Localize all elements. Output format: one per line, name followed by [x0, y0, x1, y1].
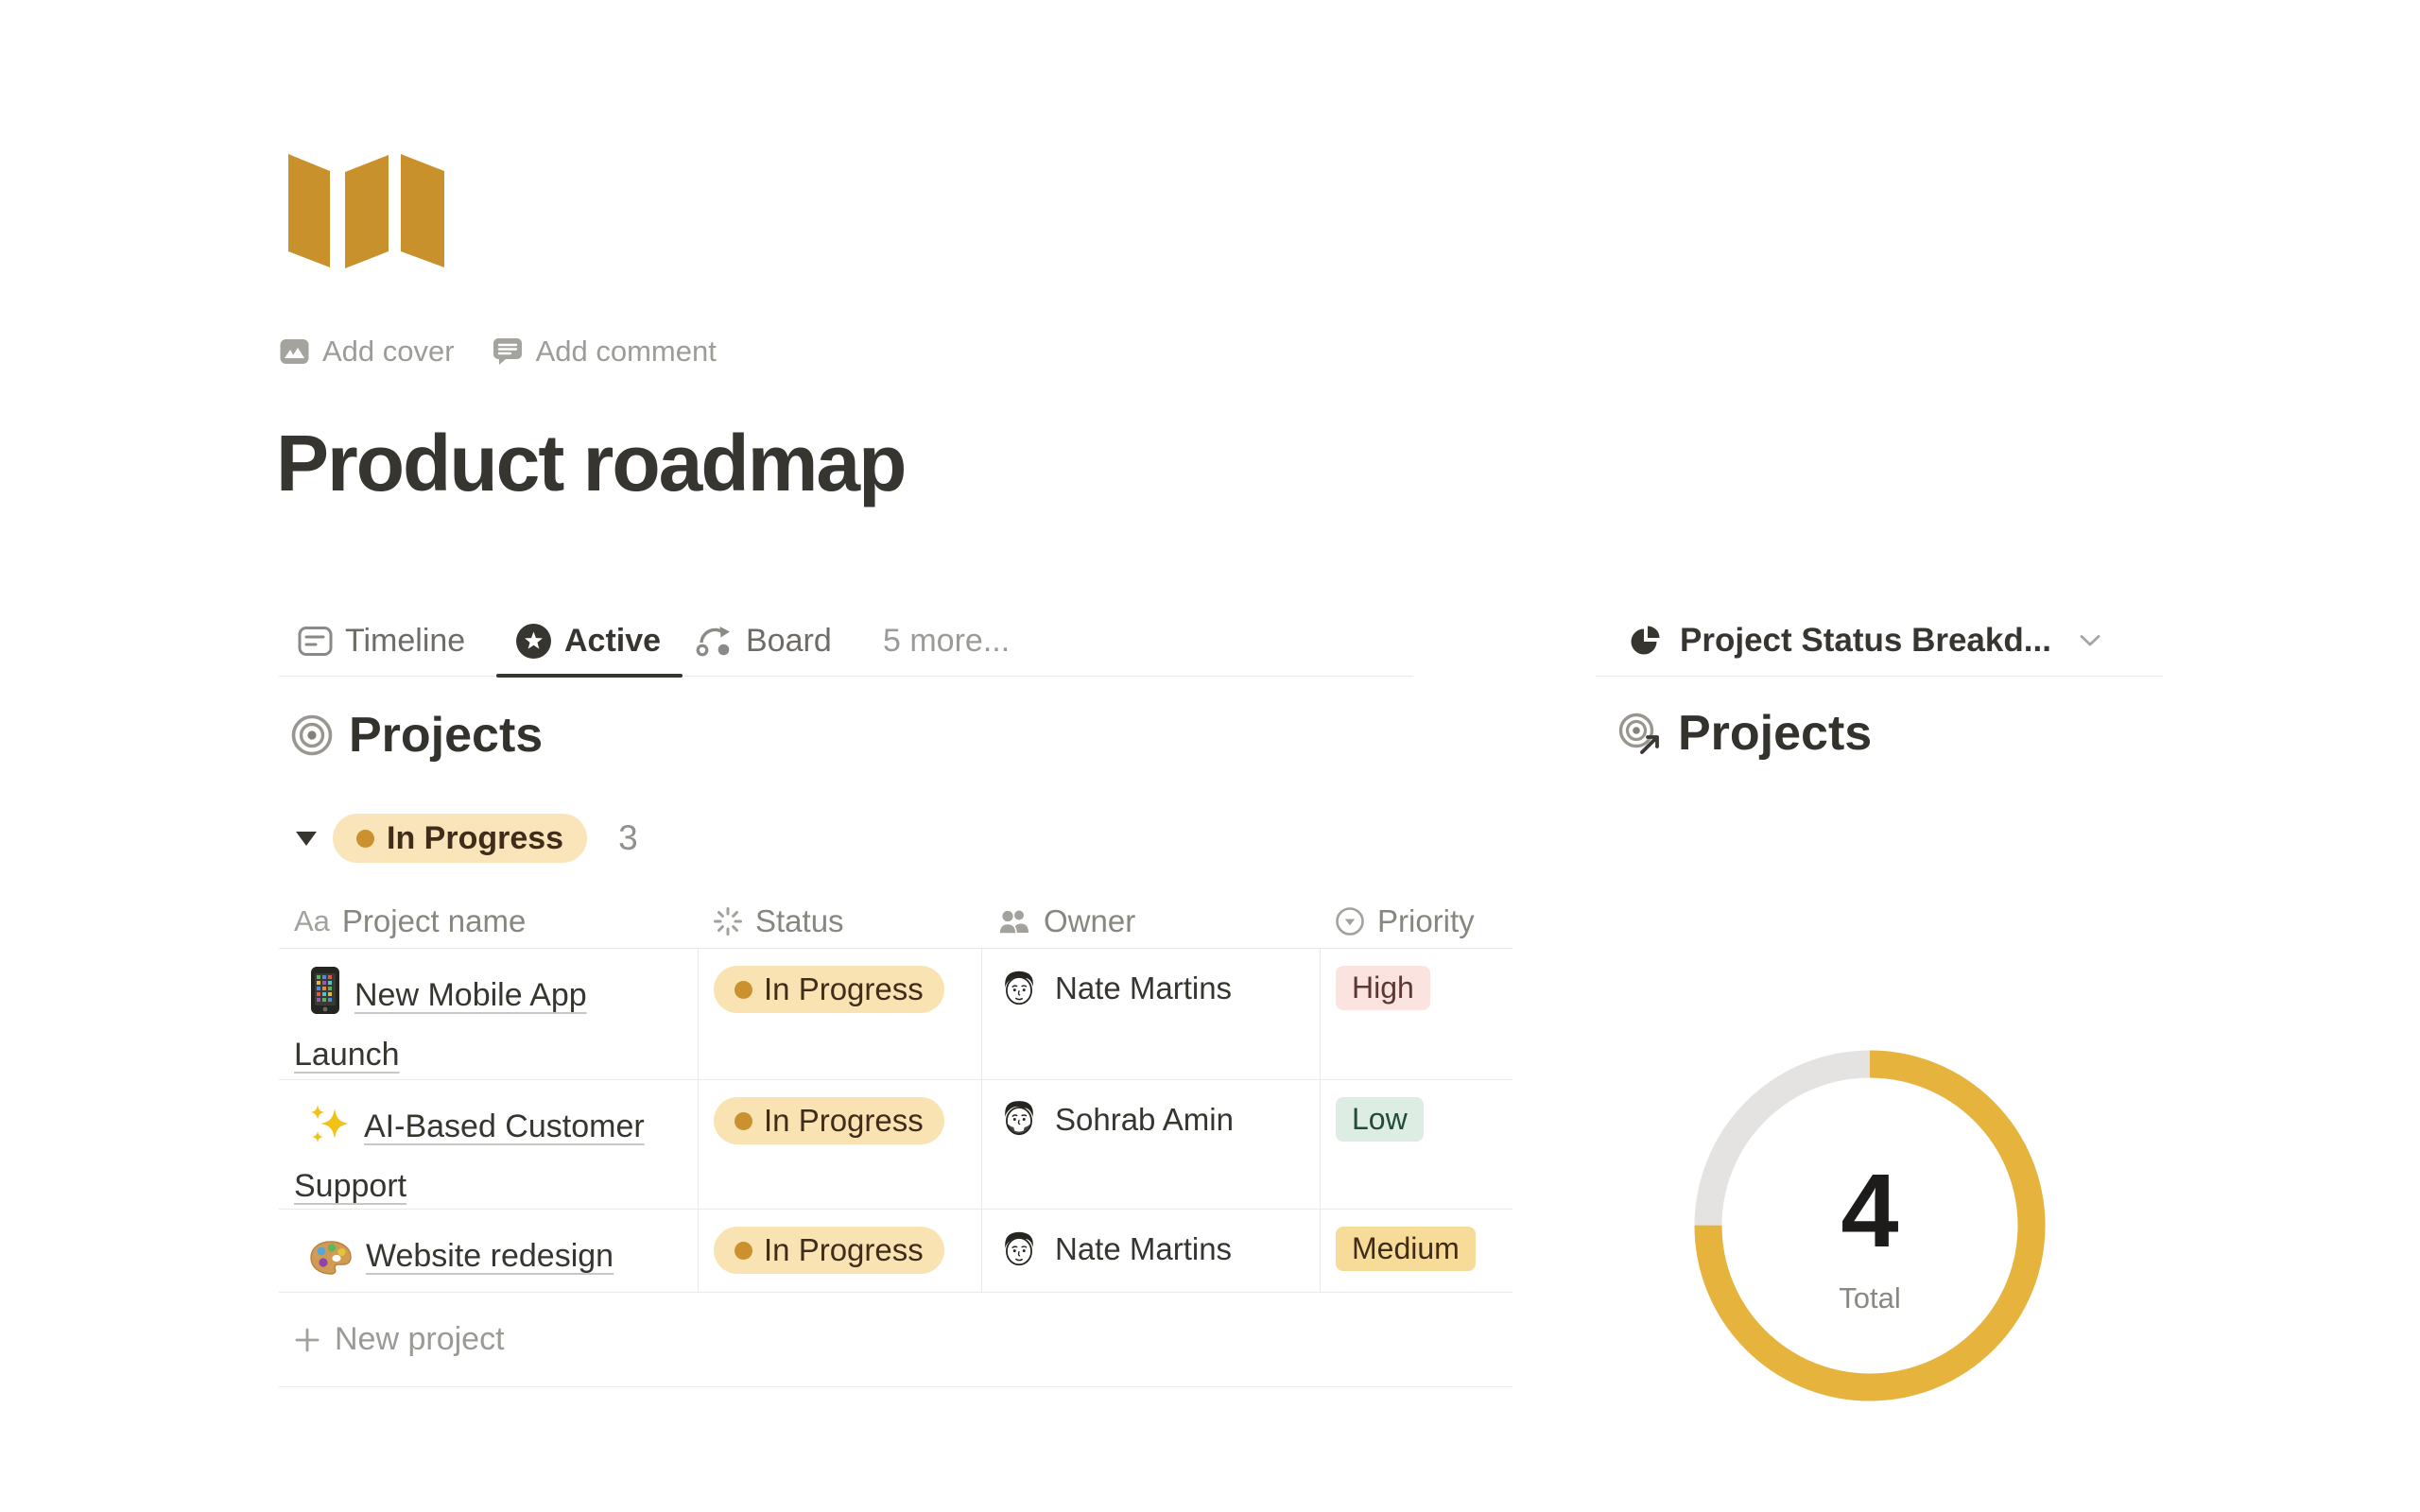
- tab-active-label: Active: [564, 623, 661, 660]
- pie-chart-icon: [1630, 623, 1663, 658]
- owner-name: Sohrab Amin: [1055, 1097, 1234, 1138]
- column-status[interactable]: Status: [698, 894, 981, 948]
- people-icon: [996, 907, 1031, 936]
- table-row: New Mobile App Launch In Progress: [279, 949, 1512, 1080]
- table-row: Website redesign In Progress: [279, 1210, 1512, 1293]
- status-cell[interactable]: In Progress: [698, 949, 981, 1085]
- status-badge: In Progress: [714, 966, 944, 1013]
- priority-cell[interactable]: Medium: [1320, 1210, 1512, 1292]
- project-name-link[interactable]: Website redesign: [366, 1238, 614, 1274]
- status-badge: In Progress: [714, 1227, 944, 1274]
- new-project-button[interactable]: New project: [279, 1293, 1512, 1387]
- group-status-badge[interactable]: In Progress: [333, 814, 587, 863]
- projects-title[interactable]: Projects: [349, 707, 543, 764]
- column-project-name[interactable]: Aa Project name: [279, 894, 698, 948]
- target-icon: [291, 714, 333, 756]
- add-cover-label: Add cover: [322, 335, 455, 369]
- palette-icon: [309, 1240, 353, 1276]
- add-comment-button[interactable]: Add comment: [493, 335, 717, 369]
- cycle-icon: [695, 625, 734, 658]
- plus-icon: [294, 1327, 320, 1353]
- tab-timeline[interactable]: Timeline: [298, 605, 465, 677]
- priority-cell[interactable]: High: [1320, 949, 1512, 1085]
- tab-more-views[interactable]: 5 more...: [883, 605, 1010, 677]
- owner-name: Nate Martins: [1055, 966, 1232, 1006]
- page-actions: Add cover Add comment: [280, 333, 717, 370]
- chart-projects-title[interactable]: Projects: [1678, 705, 1872, 762]
- chart-view-selector[interactable]: Project Status Breakd...: [1596, 605, 2163, 677]
- active-tab-underline: [496, 674, 683, 678]
- status-dot-icon: [735, 981, 752, 999]
- comment-icon: [493, 337, 523, 366]
- tab-active[interactable]: Active: [515, 605, 661, 677]
- owner-name: Nate Martins: [1055, 1227, 1232, 1267]
- status-dot-icon: [735, 1112, 752, 1130]
- new-project-label: New project: [335, 1321, 505, 1358]
- chart-view-label: Project Status Breakd...: [1680, 622, 2051, 660]
- tab-board[interactable]: Board: [695, 605, 832, 677]
- priority-badge: Low: [1336, 1097, 1424, 1142]
- page-map-icon[interactable]: [288, 151, 445, 270]
- status-donut-chart[interactable]: 4 Total: [1689, 1045, 2050, 1406]
- status-group-row: In Progress 3: [296, 811, 638, 866]
- projects-table: Aa Project name Status: [279, 894, 1512, 1387]
- project-name-cell[interactable]: AI-Based Customer Support: [279, 1080, 698, 1216]
- mobile-phone-icon: [309, 966, 341, 1015]
- target-link-icon: [1617, 712, 1662, 756]
- priority-circle-icon: [1335, 906, 1365, 936]
- status-dot-icon: [356, 830, 374, 848]
- table-header-row: Aa Project name Status: [279, 894, 1512, 949]
- timeline-icon: [298, 626, 333, 657]
- view-tabs: Timeline Active Board: [279, 605, 1413, 677]
- star-circle-icon: [515, 623, 552, 660]
- column-priority[interactable]: Priority: [1320, 894, 1512, 948]
- avatar: [997, 966, 1041, 1009]
- priority-badge: Medium: [1336, 1227, 1476, 1271]
- text-aa-icon: Aa: [294, 904, 330, 938]
- page-title[interactable]: Product roadmap: [276, 418, 905, 509]
- donut-total-value: 4: [1689, 1151, 2050, 1271]
- priority-cell[interactable]: Low: [1320, 1080, 1512, 1216]
- avatar: [997, 1097, 1041, 1141]
- group-count: 3: [618, 818, 638, 858]
- table-row: AI-Based Customer Support In Progress: [279, 1080, 1512, 1210]
- tab-timeline-label: Timeline: [345, 623, 465, 660]
- status-dot-icon: [735, 1242, 752, 1260]
- group-status-label: In Progress: [387, 820, 563, 857]
- owner-cell[interactable]: Nate Martins: [981, 949, 1320, 1085]
- sparkles-icon: [309, 1103, 351, 1146]
- image-icon: [280, 338, 309, 365]
- projects-section-heading: Projects: [291, 707, 543, 764]
- status-cell[interactable]: In Progress: [698, 1080, 981, 1216]
- project-name-cell[interactable]: New Mobile App Launch: [279, 949, 698, 1085]
- tab-board-label: Board: [746, 623, 832, 660]
- status-spinner-icon: [713, 906, 743, 936]
- status-badge: In Progress: [714, 1097, 944, 1144]
- owner-cell[interactable]: Nate Martins: [981, 1210, 1320, 1292]
- tab-more-label: 5 more...: [883, 623, 1010, 660]
- chart-section-heading: Projects: [1617, 705, 1872, 762]
- owner-cell[interactable]: Sohrab Amin: [981, 1080, 1320, 1216]
- avatar: [997, 1227, 1041, 1270]
- project-name-cell[interactable]: Website redesign: [279, 1210, 698, 1292]
- collapse-triangle-icon[interactable]: [296, 832, 317, 846]
- add-cover-button[interactable]: Add cover: [280, 335, 455, 369]
- add-comment-label: Add comment: [536, 335, 717, 369]
- column-owner[interactable]: Owner: [981, 894, 1320, 948]
- donut-total-label: Total: [1689, 1281, 2050, 1315]
- chevron-down-icon: [2078, 633, 2102, 648]
- product-roadmap-page: Add cover Add comment Product roadmap: [0, 0, 2420, 1512]
- priority-badge: High: [1336, 966, 1430, 1010]
- status-cell[interactable]: In Progress: [698, 1210, 981, 1292]
